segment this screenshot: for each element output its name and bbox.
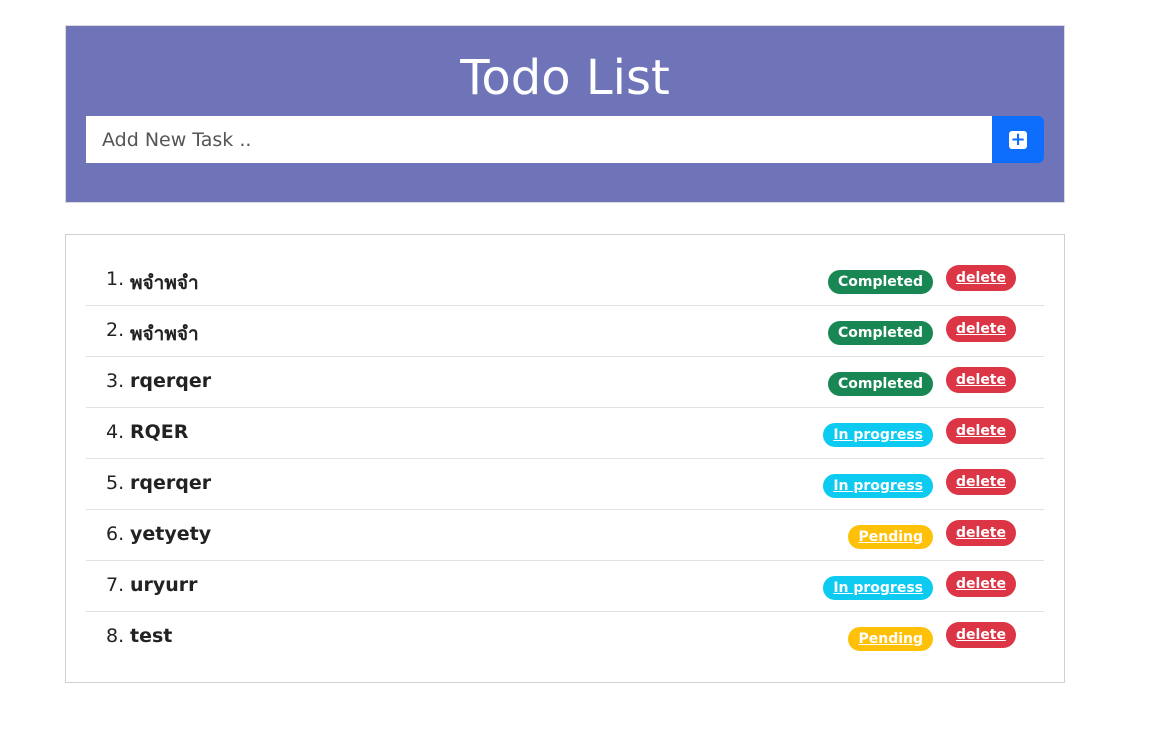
status-badge[interactable]: Pending — [848, 627, 933, 651]
delete-button[interactable]: delete — [946, 367, 1016, 393]
task-number: 1. — [106, 268, 125, 290]
task-number: 6. — [106, 523, 125, 545]
task-list: 1. พจำพจำ Completed delete 2. พจำพจำ Completed… — [86, 255, 1044, 663]
add-task-form: + — [86, 116, 1044, 163]
status-badge[interactable]: In progress — [823, 423, 933, 447]
task-row: 7. uryurr In progress delete — [86, 561, 1044, 612]
task-number: 7. — [106, 574, 125, 596]
task-number: 8. — [106, 625, 125, 647]
task-name: พจำพจำ — [130, 272, 199, 294]
task-name: test — [130, 625, 173, 647]
delete-button[interactable]: delete — [946, 571, 1016, 597]
task-row: 3. rqerqer Completed delete — [86, 357, 1044, 408]
status-badge: Completed — [827, 372, 933, 396]
add-task-button[interactable]: + — [992, 116, 1044, 163]
header-panel: Todo List + — [65, 25, 1065, 203]
status-badge[interactable]: In progress — [823, 576, 933, 600]
status-badge: Completed — [827, 270, 933, 294]
plus-square-icon: + — [1009, 128, 1027, 150]
new-task-input[interactable] — [86, 116, 992, 163]
task-name: rqerqer — [130, 472, 212, 494]
task-number: 5. — [106, 472, 125, 494]
task-number: 3. — [106, 370, 125, 392]
task-row: 6. yetyety Pending delete — [86, 510, 1044, 561]
task-name: RQER — [130, 421, 189, 443]
app-title: Todo List — [460, 50, 670, 106]
status-badge: Completed — [827, 321, 933, 345]
delete-button[interactable]: delete — [946, 469, 1016, 495]
status-badge[interactable]: Pending — [848, 525, 933, 549]
task-row: 5. rqerqer In progress delete — [86, 459, 1044, 510]
task-list-panel: 1. พจำพจำ Completed delete 2. พจำพจำ Completed… — [65, 234, 1065, 683]
task-number: 4. — [106, 421, 125, 443]
task-name: uryurr — [130, 574, 198, 596]
task-number: 2. — [106, 319, 125, 341]
task-row: 1. พจำพจำ Completed delete — [86, 255, 1044, 306]
task-name: rqerqer — [130, 370, 212, 392]
task-name: พจำพจำ — [130, 323, 199, 345]
delete-button[interactable]: delete — [946, 418, 1016, 444]
delete-button[interactable]: delete — [946, 265, 1016, 291]
delete-button[interactable]: delete — [946, 520, 1016, 546]
delete-button[interactable]: delete — [946, 316, 1016, 342]
delete-button[interactable]: delete — [946, 622, 1016, 648]
task-row: 2. พจำพจำ Completed delete — [86, 306, 1044, 357]
task-row: 8. test Pending delete — [86, 612, 1044, 663]
task-name: yetyety — [130, 523, 212, 545]
task-row: 4. RQER In progress delete — [86, 408, 1044, 459]
status-badge[interactable]: In progress — [823, 474, 933, 498]
